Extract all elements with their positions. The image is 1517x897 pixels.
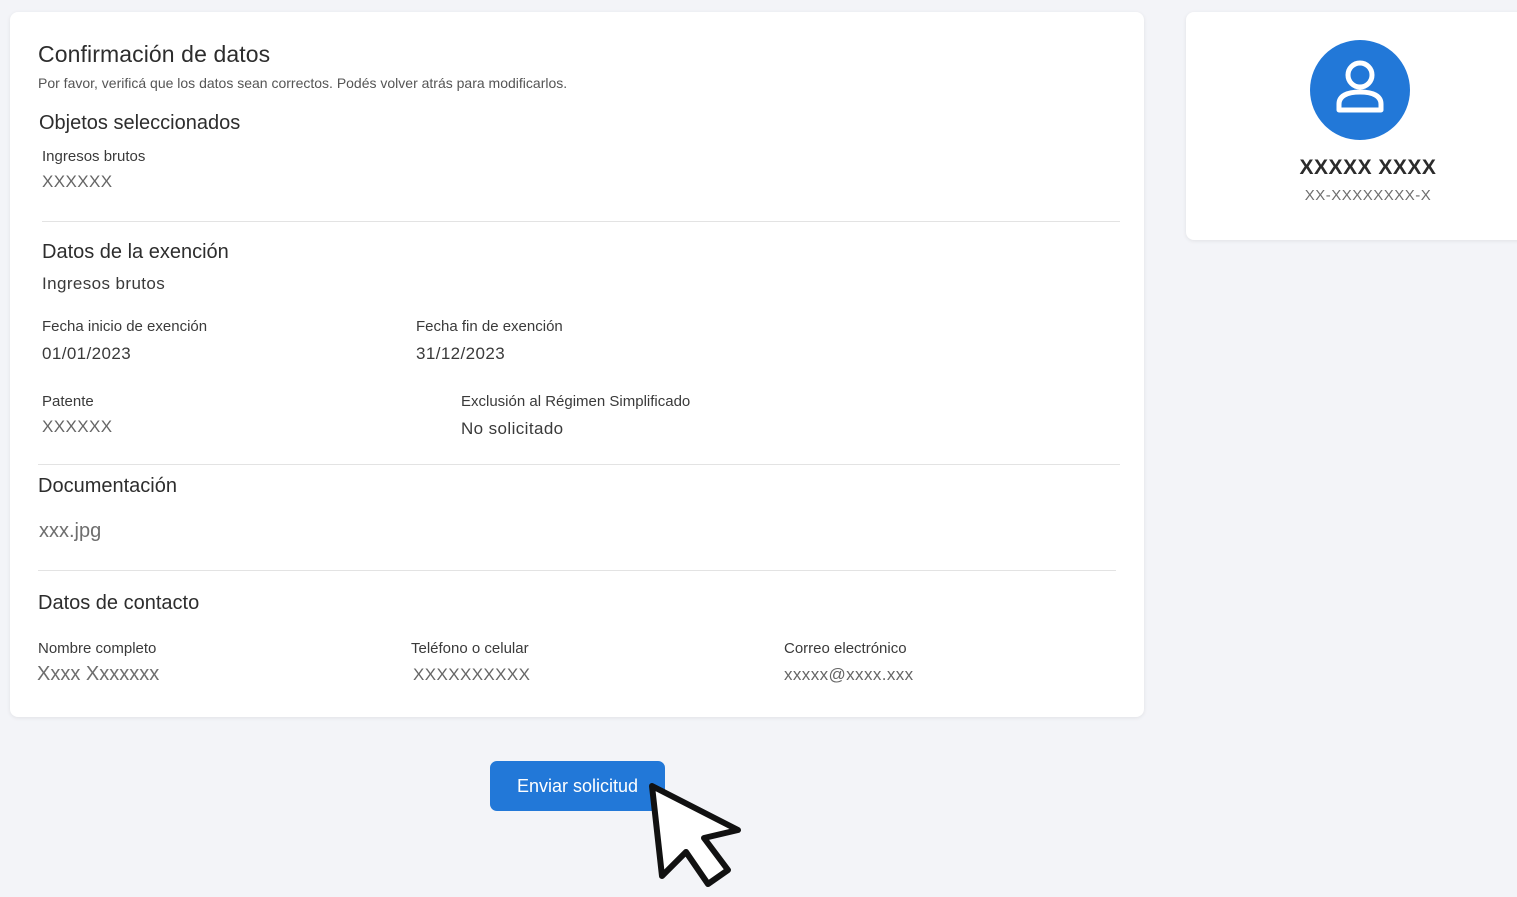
exemption-start-label: Fecha inicio de exención: [42, 318, 208, 335]
avatar: [1310, 40, 1410, 140]
user-icon: [1336, 60, 1384, 113]
plate-label: Patente: [42, 393, 94, 410]
exemption-end-value: 31/12/2023: [416, 344, 506, 363]
contact-name-value: Xxxx Xxxxxxx: [37, 663, 160, 685]
objects-item-label: Ingresos brutos: [42, 148, 146, 165]
page-title: Confirmación de datos: [38, 41, 271, 67]
plate-value: XXXXXX: [42, 417, 113, 436]
contact-phone-value: XXXXXXXXXX: [413, 665, 531, 684]
submit-request-button[interactable]: Enviar solicitud: [490, 761, 665, 811]
page-subtitle: Por favor, verificá que los datos sean c…: [38, 75, 568, 91]
exclusion-label: Exclusión al Régimen Simplificado: [461, 393, 691, 410]
exemption-subtitle: Ingresos brutos: [42, 274, 166, 293]
objects-section-title: Objetos seleccionados: [39, 112, 241, 134]
profile-name: XXXXX XXXX: [1299, 156, 1437, 179]
profile-card: XXXXX XXXX XX-XXXXXXXX-X: [1186, 12, 1517, 240]
exemption-section-title: Datos de la exención: [42, 241, 229, 263]
contact-email-label: Correo electrónico: [784, 640, 907, 657]
contact-section-title: Datos de contacto: [38, 592, 200, 614]
divider: [38, 464, 1120, 465]
divider: [38, 570, 1116, 571]
documentation-section-title: Documentación: [38, 475, 177, 497]
objects-item-value: XXXXXX: [42, 172, 113, 191]
contact-email-value: xxxxx@xxxx.xxx: [784, 665, 914, 684]
contact-phone-label: Teléfono o celular: [411, 640, 529, 657]
mouse-cursor-icon: [644, 780, 744, 897]
exemption-start-value: 01/01/2023: [42, 344, 132, 363]
exclusion-value: No solicitado: [461, 419, 564, 438]
divider: [42, 221, 1120, 222]
profile-id: XX-XXXXXXXX-X: [1304, 187, 1432, 204]
confirmation-card: Confirmación de datos Por favor, verific…: [10, 12, 1144, 717]
exemption-end-label: Fecha fin de exención: [416, 318, 563, 335]
contact-name-label: Nombre completo: [38, 640, 157, 657]
documentation-file: xxx.jpg: [39, 520, 102, 542]
